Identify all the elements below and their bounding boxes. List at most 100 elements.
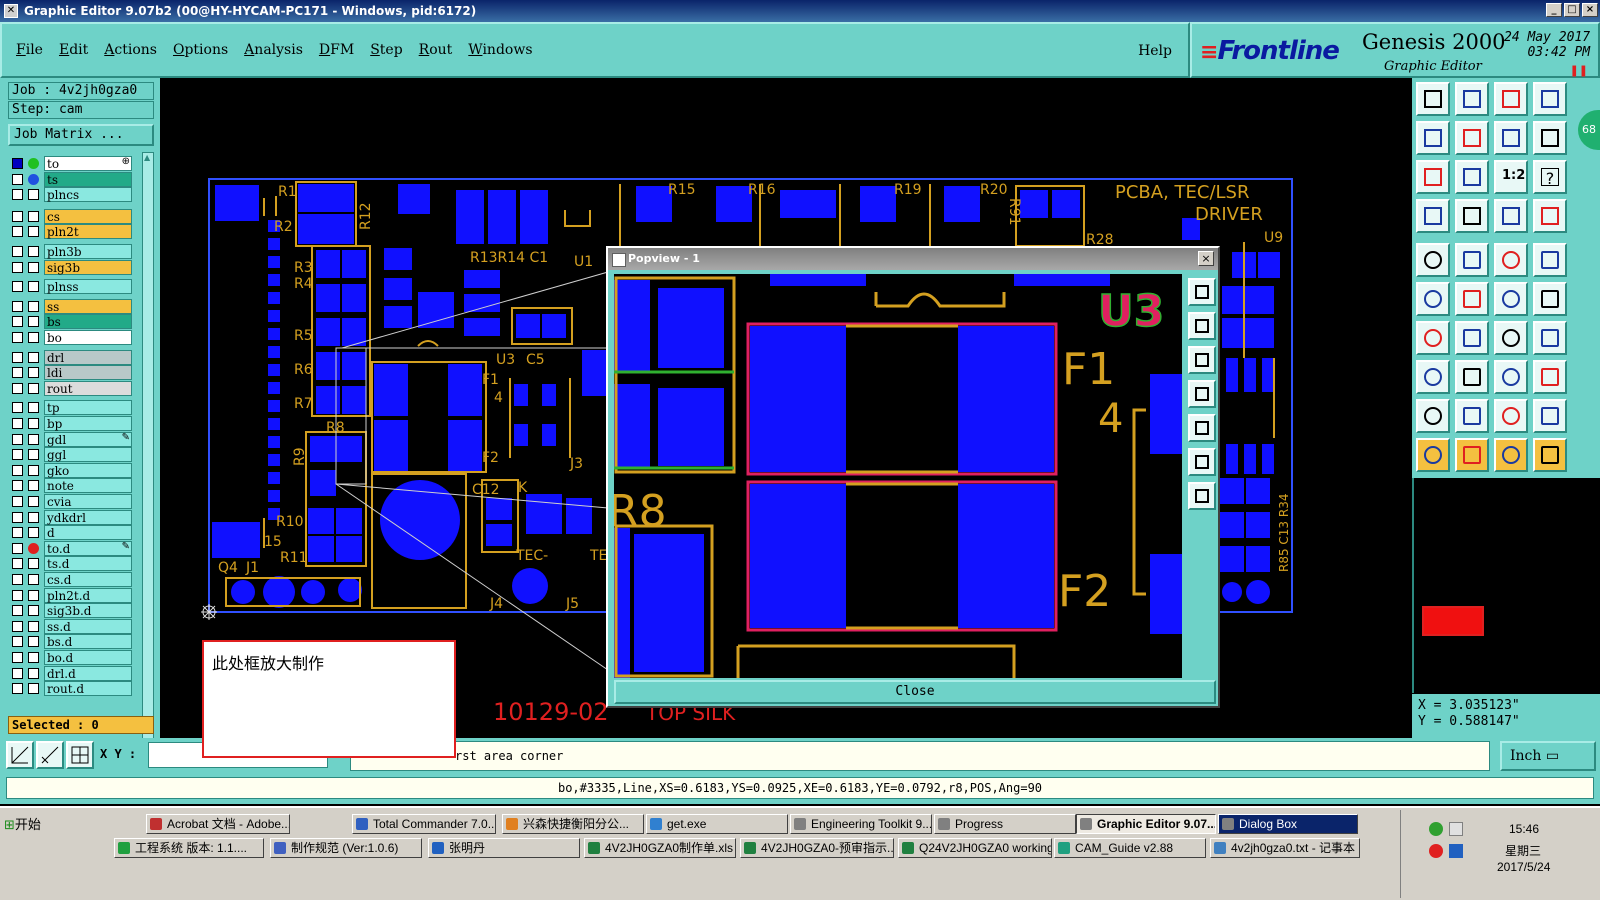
layer-row[interactable]: sig3b [8,259,140,275]
snap-center-button[interactable] [1533,243,1567,277]
pan-left-button[interactable] [1416,121,1450,155]
slash-button[interactable] [1455,321,1489,355]
layer-affected-checkbox[interactable] [28,332,39,343]
layer-name[interactable]: gko [44,462,132,478]
layer-affected-checkbox[interactable] [28,189,39,201]
triangle-button[interactable] [1416,399,1450,433]
layer-checkbox[interactable] [12,173,23,185]
layer-row[interactable]: ldi [8,365,140,381]
taskbar-button[interactable]: Progress [934,814,1076,834]
popview-fit-button[interactable] [1188,448,1216,476]
layer-row[interactable]: ts.d [8,556,140,572]
layer-affected-checkbox[interactable] [28,480,39,492]
layer-name[interactable]: plnss [44,279,132,295]
input-method-icon[interactable] [1449,844,1463,858]
copy-button[interactable] [1533,360,1567,394]
layer-checkbox[interactable] [12,300,23,312]
menu-help[interactable]: Help [1138,43,1172,59]
layer-name[interactable]: ts [44,171,132,187]
layer-row[interactable]: bo [8,330,140,345]
layer-name[interactable]: to.d [44,540,132,556]
layer-name[interactable]: bo.d [44,650,132,665]
layer-checkbox[interactable] [12,226,23,238]
cross-button[interactable] [1455,282,1489,316]
layer-row[interactable]: to.d ✎ [8,540,140,556]
menu-dfm[interactable]: DFM [319,42,354,58]
layer-affected-checkbox[interactable] [28,402,39,414]
move-button[interactable] [1494,282,1528,316]
layer-name[interactable]: d [44,525,132,541]
layer-row[interactable]: pln2t [8,224,140,240]
mini-view[interactable] [1412,478,1600,693]
taskbar-button[interactable]: 4v2jh0gza0.txt - 记事本 [1210,838,1360,858]
layer-name[interactable]: sig3b.d [44,603,132,619]
layer-affected-checkbox[interactable] [28,527,39,539]
layer-row[interactable]: cvia [8,494,140,509]
grid-view-button[interactable] [1455,199,1489,233]
layer-checkbox[interactable] [12,511,23,523]
minimize-button[interactable]: _ [1546,3,1562,17]
layer-checkbox[interactable] [12,605,23,617]
layer-name[interactable]: ggl [44,447,132,463]
layer-row[interactable]: ts [8,171,140,187]
layer-affected-checkbox[interactable] [28,316,39,328]
measure-button[interactable] [36,741,64,769]
layer-checkbox[interactable] [12,351,23,363]
layer-affected-checkbox[interactable] [28,351,39,363]
taskbar-button[interactable]: 工程系统 版本: 1.1.... [114,838,264,858]
layer-checkbox[interactable] [12,402,23,414]
arrow-button[interactable] [1533,282,1567,316]
menu-rout[interactable]: Rout [419,42,453,58]
layer-checkbox[interactable] [12,464,23,476]
layer-row[interactable]: drl [8,349,140,365]
layer-row[interactable]: ss.d [8,618,140,634]
layer-checkbox[interactable] [12,636,23,648]
layer-affected-checkbox[interactable] [28,589,39,601]
layer-name[interactable]: bs.d [44,634,132,650]
line-button[interactable] [1416,321,1450,355]
taskbar-button[interactable]: CAM_Guide v2.88 [1054,838,1206,858]
layer-name[interactable]: bs [44,314,132,330]
layer-name[interactable]: to [44,156,132,171]
popview-center-button[interactable] [1188,482,1216,510]
layer-name[interactable]: drl.d [44,665,132,681]
menu-file[interactable]: File [16,42,43,58]
layer-row[interactable]: ydkdrl [8,509,140,525]
layer-name[interactable]: cvia [44,494,132,509]
layer-name[interactable]: gdl [44,431,132,447]
layer-list-scrollbar[interactable] [142,152,154,788]
layer-affected-checkbox[interactable] [28,636,39,648]
zoom-center-button[interactable] [1455,160,1489,194]
home-button[interactable] [1494,82,1528,116]
layer-affected-checkbox[interactable] [28,605,39,617]
layer-checkbox[interactable] [12,620,23,632]
layer-row[interactable]: tp [8,400,140,416]
layer-affected-checkbox[interactable] [28,246,39,257]
layer-affected-checkbox[interactable] [28,496,39,507]
layer-checkbox[interactable] [12,574,23,585]
antivirus-icon[interactable] [1429,844,1443,858]
layer-row[interactable]: cs [8,208,140,224]
layer-checkbox[interactable] [12,210,23,222]
tape-button[interactable] [1494,243,1528,277]
layer-row[interactable]: gko [8,462,140,478]
layer-affected-checkbox[interactable] [28,433,39,445]
layer-name[interactable]: ydkdrl [44,509,132,525]
layer-checkbox[interactable] [12,527,23,539]
maximize-button[interactable]: □ [1564,3,1580,17]
layer-affected-checkbox[interactable] [28,281,39,293]
layer-row[interactable]: sig3b.d [8,603,140,619]
layer-checkbox[interactable] [12,418,23,429]
layer-row[interactable]: note [8,478,140,494]
connect-button[interactable] [1416,282,1450,316]
layer-name[interactable]: sig3b [44,259,132,275]
menu-edit[interactable]: Edit [59,42,88,58]
pointer-2-button[interactable] [1455,438,1489,472]
taskbar-button[interactable]: 张明丹 [428,838,580,858]
triangle-3-button[interactable] [1533,399,1567,433]
units-selector[interactable]: Inch ▭ [1500,741,1596,771]
layer-row[interactable]: ss [8,298,140,314]
layer-affected-checkbox[interactable] [28,300,39,312]
layer-checkbox[interactable] [12,652,23,663]
layer-checkbox[interactable] [12,367,23,379]
